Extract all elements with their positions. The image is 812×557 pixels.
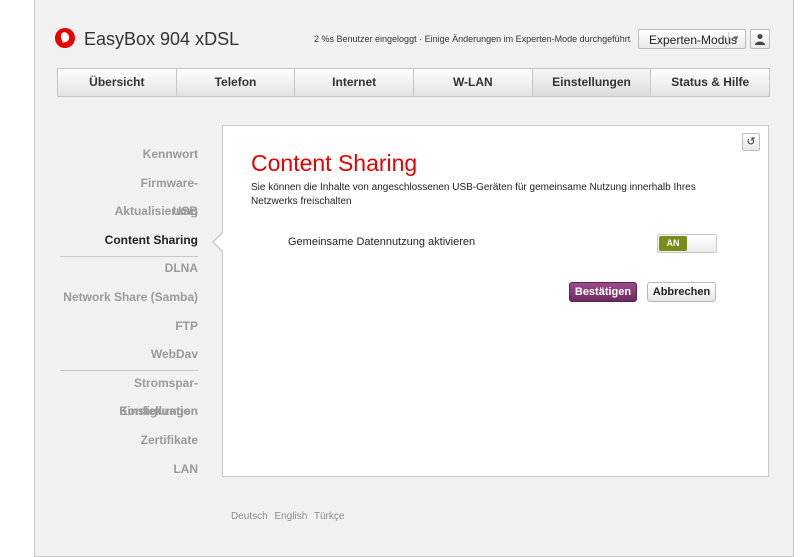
- tab-wlan[interactable]: W-LAN: [414, 69, 533, 96]
- sidebar-item-content-sharing[interactable]: Content Sharing: [60, 226, 198, 255]
- sidebar-item-dlna[interactable]: DLNA: [60, 254, 198, 283]
- lang-english[interactable]: English: [274, 511, 307, 522]
- lang-tuerkce[interactable]: Türkçe: [314, 511, 345, 522]
- sidebar-item-usb[interactable]: USB: [60, 197, 198, 226]
- tab-internet[interactable]: Internet: [295, 69, 415, 96]
- sidebar-item-firmware[interactable]: Firmware-Aktualisierung: [60, 169, 198, 218]
- sidebar-item-zertifikate[interactable]: Zertifikate: [60, 426, 198, 455]
- active-item-pointer-fill: [214, 233, 223, 251]
- tab-einstellungen[interactable]: Einstellungen: [532, 69, 652, 96]
- content-sharing-toggle[interactable]: AN: [657, 234, 717, 253]
- language-links: Deutsch English Türkçe: [231, 511, 348, 522]
- sidebar-item-ftp[interactable]: FTP: [60, 312, 198, 341]
- vodafone-logo-icon: [55, 28, 75, 48]
- sidebar-item-kennwort[interactable]: Kennwort: [60, 140, 198, 169]
- mode-select-value: Experten-Modus: [649, 33, 738, 47]
- sidebar-divider: [60, 370, 198, 371]
- user-icon: [755, 34, 765, 45]
- chevron-down-icon: ▼: [728, 32, 743, 46]
- tab-uebersicht[interactable]: Übersicht: [58, 69, 177, 96]
- tab-telefon[interactable]: Telefon: [177, 69, 296, 96]
- page-description: Sie können die Inhalte von angeschlossen…: [251, 182, 696, 207]
- sidebar-item-stromspar[interactable]: Stromspar-Einstellungen: [60, 369, 198, 418]
- toggle-on-label: AN: [659, 236, 687, 251]
- sidebar-item-konfiguration[interactable]: Konfiguration: [60, 397, 198, 426]
- lang-deutsch[interactable]: Deutsch: [231, 511, 268, 522]
- settings-sidebar: Kennwort Firmware-Aktualisierung USB Con…: [60, 140, 198, 483]
- sidebar-item-lan[interactable]: LAN: [60, 455, 198, 484]
- tab-status-hilfe[interactable]: Status & Hilfe: [651, 69, 769, 96]
- confirm-button[interactable]: Bestätigen: [569, 282, 637, 302]
- sidebar-item-samba[interactable]: Network Share (Samba): [60, 283, 198, 312]
- sidebar-item-webdav[interactable]: WebDav: [60, 340, 198, 369]
- cancel-button[interactable]: Abbrechen: [647, 282, 716, 302]
- refresh-button[interactable]: ↺: [742, 133, 760, 151]
- main-nav: Übersicht Telefon Internet W-LAN Einstel…: [57, 68, 770, 97]
- content-sharing-label: Gemeinsame Datennutzung aktivieren: [288, 236, 476, 248]
- brand-title: EasyBox 904 xDSL: [84, 29, 240, 49]
- page-title: Content Sharing: [251, 150, 418, 176]
- user-button[interactable]: [750, 29, 770, 49]
- login-status-text: 2 %s Benutzer eingeloggt · Einige Änderu…: [314, 34, 631, 44]
- refresh-icon: ↺: [746, 136, 756, 148]
- sidebar-divider: [60, 256, 198, 257]
- expert-mode-select[interactable]: Experten-Modus ▼: [638, 29, 746, 49]
